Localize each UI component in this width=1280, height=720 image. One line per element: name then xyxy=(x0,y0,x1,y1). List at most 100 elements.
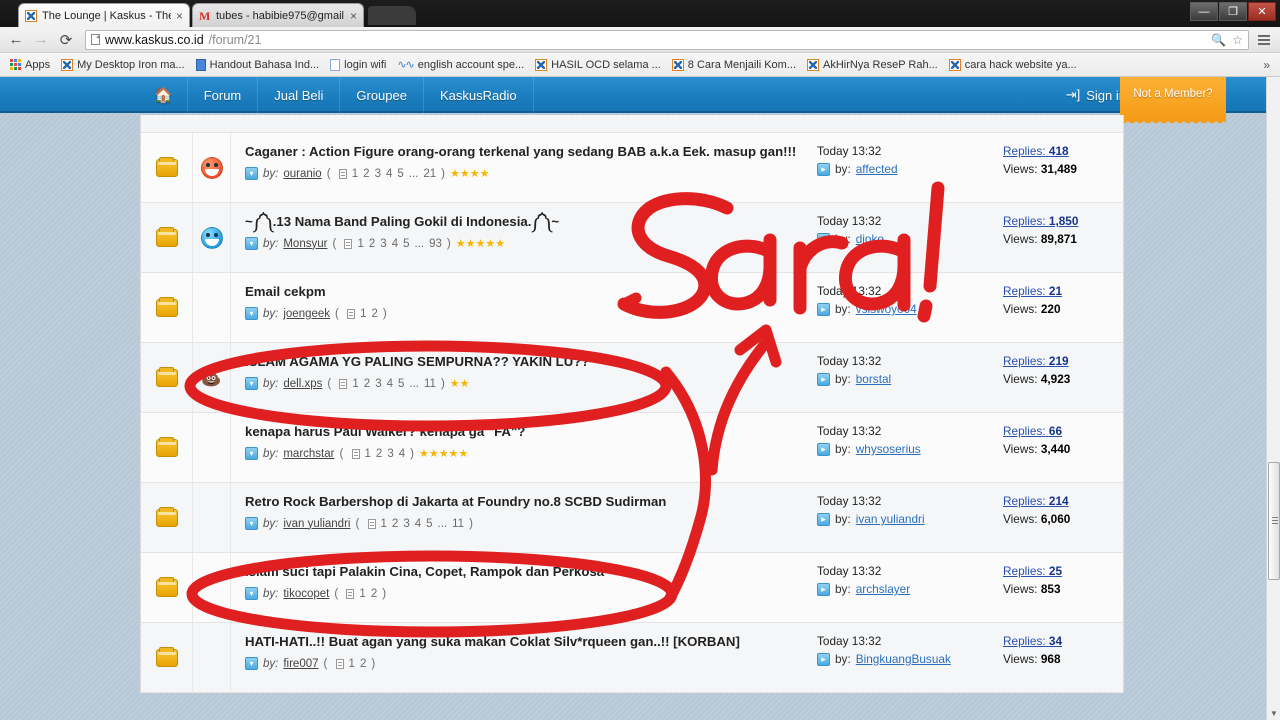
page-link[interactable]: 1 xyxy=(357,238,363,250)
thread-title[interactable]: Islam suci tapi Palakin Cina, Copet, Ram… xyxy=(245,563,803,581)
page-link[interactable]: 1 xyxy=(359,588,365,600)
table-row[interactable]: Email cekpm ▾ by: joengeek ( 1 2) Today … xyxy=(141,273,1123,343)
thread-author[interactable]: ivan yuliandri xyxy=(283,518,350,530)
thread-author[interactable]: fire007 xyxy=(283,658,318,670)
goto-last-post-icon[interactable]: ▸ xyxy=(817,652,830,666)
chevron-down-icon[interactable]: ▾ xyxy=(245,447,258,460)
last-post-author[interactable]: vsiswoyo04 xyxy=(856,302,917,316)
replies-count[interactable]: Replies: 25 xyxy=(1003,564,1115,578)
scrollbar-thumb[interactable] xyxy=(1268,462,1280,580)
chevron-down-icon[interactable]: ▾ xyxy=(245,167,258,180)
thread-title[interactable]: kenapa harus Paul Walker? kenapa ga "FA"… xyxy=(245,423,803,441)
thread-title[interactable]: ISLAM AGAMA YG PALING SEMPURNA?? YAKIN L… xyxy=(245,353,803,371)
reload-button[interactable]: ⟳ xyxy=(56,30,76,50)
nav-forum[interactable]: Forum xyxy=(188,77,259,113)
chevron-down-icon[interactable]: ▾ xyxy=(245,377,258,390)
page-link[interactable]: 2 xyxy=(371,308,377,320)
magnifier-icon[interactable]: 🔍 xyxy=(1211,33,1226,47)
browser-tab-2[interactable]: M tubes - habibie975@gmail × xyxy=(192,3,364,27)
page-link[interactable]: 2 xyxy=(392,518,398,530)
page-link[interactable]: 11 xyxy=(452,518,464,530)
page-link[interactable]: 5 xyxy=(403,238,409,250)
bookmark-item[interactable]: Handout Bahasa Ind... xyxy=(192,57,323,73)
page-link[interactable]: 2 xyxy=(363,168,369,180)
page-link[interactable]: 1 xyxy=(352,378,358,390)
table-row[interactable]: Islam suci tapi Palakin Cina, Copet, Ram… xyxy=(141,553,1123,623)
thread-author[interactable]: ouranio xyxy=(283,168,321,180)
replies-count[interactable]: Replies: 214 xyxy=(1003,494,1115,508)
thread-author[interactable]: Monsyur xyxy=(283,238,327,250)
goto-last-post-icon[interactable]: ▸ xyxy=(817,372,830,386)
page-link[interactable]: 4 xyxy=(387,378,393,390)
last-post-author[interactable]: archslayer xyxy=(856,582,910,596)
thread-author[interactable]: tikocopet xyxy=(283,588,329,600)
thread-title[interactable]: Caganer : Action Figure orang-orang terk… xyxy=(245,143,803,161)
minimize-button[interactable]: — xyxy=(1190,2,1218,21)
goto-last-post-icon[interactable]: ▸ xyxy=(817,512,830,526)
page-link[interactable]: 1 xyxy=(352,168,358,180)
replies-count[interactable]: Replies: 418 xyxy=(1003,144,1115,158)
bookmark-item[interactable]: login wifi xyxy=(326,57,390,73)
hamburger-menu-icon[interactable] xyxy=(1254,30,1274,50)
address-bar[interactable]: www.kaskus.co.id/forum/21 🔍 ☆ xyxy=(85,29,1249,50)
bookmark-item[interactable]: My Desktop Iron ma... xyxy=(57,57,189,73)
page-link[interactable]: 2 xyxy=(376,448,382,460)
thread-title[interactable]: Email cekpm xyxy=(245,283,803,301)
page-link[interactable]: 2 xyxy=(360,658,366,670)
thread-author[interactable]: marchstar xyxy=(283,448,334,460)
nav-home[interactable]: 🏠 xyxy=(140,77,188,113)
thread-title[interactable]: ~༼༽.13 Nama Band Paling Gokil di Indones… xyxy=(245,213,803,231)
last-post-author[interactable]: whysoserius xyxy=(856,442,921,456)
page-link[interactable]: 3 xyxy=(375,378,381,390)
star-icon[interactable]: ☆ xyxy=(1232,33,1243,47)
page-link[interactable]: 11 xyxy=(424,378,436,390)
last-post-author[interactable]: affected xyxy=(856,162,898,176)
page-link[interactable]: 4 xyxy=(415,518,421,530)
page-link[interactable]: 2 xyxy=(371,588,377,600)
replies-count[interactable]: Replies: 1,850 xyxy=(1003,214,1115,228)
chevron-down-icon[interactable]: ▾ xyxy=(245,307,258,320)
table-row[interactable]: Retro Rock Barbershop di Jakarta at Foun… xyxy=(141,483,1123,553)
close-button[interactable]: ✕ xyxy=(1248,2,1276,21)
page-link[interactable]: 5 xyxy=(426,518,432,530)
goto-last-post-icon[interactable]: ▸ xyxy=(817,302,830,316)
page-link[interactable]: 93 xyxy=(429,238,442,250)
page-link[interactable]: 1 xyxy=(365,448,371,460)
table-row[interactable]: ~༼༽.13 Nama Band Paling Gokil di Indones… xyxy=(141,203,1123,273)
bookmark-item[interactable]: cara hack website ya... xyxy=(945,57,1081,73)
table-row[interactable]: Caganer : Action Figure orang-orang terk… xyxy=(141,133,1123,203)
replies-count[interactable]: Replies: 34 xyxy=(1003,634,1115,648)
page-link[interactable]: 2 xyxy=(364,378,370,390)
bookmarks-overflow-button[interactable]: » xyxy=(1263,58,1274,72)
page-link[interactable]: 4 xyxy=(392,238,398,250)
page-link[interactable]: 1 xyxy=(360,308,366,320)
bookmark-item[interactable]: ∿∿ english account spe... xyxy=(393,57,528,73)
page-link[interactable]: 1 xyxy=(381,518,387,530)
thread-title[interactable]: Retro Rock Barbershop di Jakarta at Foun… xyxy=(245,493,803,511)
scroll-down-arrow-icon[interactable]: ▼ xyxy=(1269,710,1279,718)
nav-kaskusradio[interactable]: KaskusRadio xyxy=(424,77,534,113)
replies-count[interactable]: Replies: 21 xyxy=(1003,284,1115,298)
page-link[interactable]: 3 xyxy=(403,518,409,530)
close-icon[interactable]: × xyxy=(176,10,183,22)
last-post-author[interactable]: djoko xyxy=(856,232,884,246)
thread-author[interactable]: joengeek xyxy=(283,308,330,320)
not-a-member-button[interactable]: Not a Member? xyxy=(1120,77,1226,127)
bookmark-item[interactable]: 8 Cara Menjaili Kom... xyxy=(668,57,800,73)
table-row[interactable]: 💩 ISLAM AGAMA YG PALING SEMPURNA?? YAKIN… xyxy=(141,343,1123,413)
last-post-author[interactable]: borstal xyxy=(856,372,891,386)
page-link[interactable]: 3 xyxy=(380,238,386,250)
table-row[interactable]: kenapa harus Paul Walker? kenapa ga "FA"… xyxy=(141,413,1123,483)
table-row[interactable]: HATI-HATI..!! Buat agan yang suka makan … xyxy=(141,623,1123,693)
page-link[interactable]: 3 xyxy=(387,448,393,460)
page-link[interactable]: 4 xyxy=(399,448,405,460)
back-button[interactable]: ← xyxy=(6,30,26,50)
chevron-down-icon[interactable]: ▾ xyxy=(245,237,258,250)
close-icon[interactable]: × xyxy=(350,10,357,22)
goto-last-post-icon[interactable]: ▸ xyxy=(817,582,830,596)
nav-groupee[interactable]: Groupee xyxy=(340,77,424,113)
page-link[interactable]: 5 xyxy=(397,168,403,180)
page-link[interactable]: 1 xyxy=(349,658,355,670)
apps-shortcut[interactable]: Apps xyxy=(6,57,54,73)
goto-last-post-icon[interactable]: ▸ xyxy=(817,442,830,456)
